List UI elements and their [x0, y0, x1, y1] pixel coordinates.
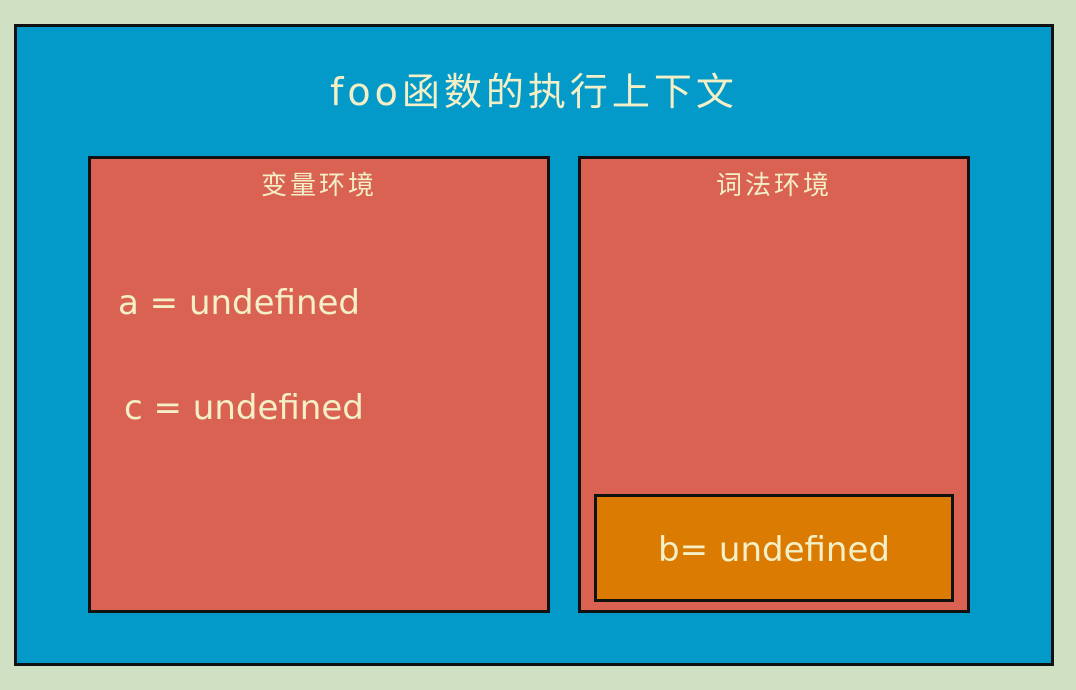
- lexical-entry-b: b= undefined: [658, 530, 890, 570]
- lexical-block-box: b= undefined: [594, 494, 954, 602]
- variable-entry-a: a = undefined: [118, 283, 361, 323]
- variable-environment-title: 变量环境: [260, 171, 377, 201]
- execution-context-title: foo函数的执行上下文: [330, 70, 738, 114]
- variable-entry-c: c = undefined: [124, 388, 364, 428]
- variable-environment-box: 变量环境: [88, 156, 550, 613]
- lexical-environment-title: 词法环境: [715, 171, 832, 201]
